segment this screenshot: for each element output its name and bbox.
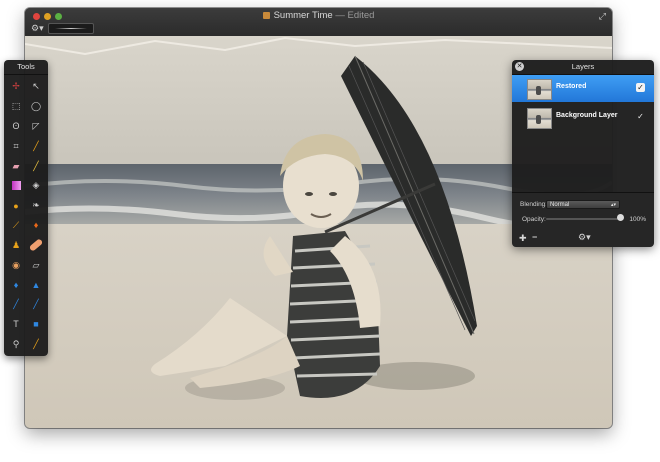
- burn-icon[interactable]: ♦: [26, 216, 46, 236]
- brush-pen-icon[interactable]: ╱: [26, 295, 46, 315]
- layer-options: Blending: Normal ▴▾ Opacity: 100% ✚ − ⚙▾: [512, 192, 654, 247]
- opacity-label: Opacity:: [522, 216, 546, 223]
- edited-status: — Edited: [335, 10, 375, 21]
- rect-select-icon[interactable]: ⬚: [6, 97, 26, 117]
- tools-panel: Tools ✢ ↖ ⬚ ◯ ʘ ◸ ⌗ ╱ ▰ ╱ ◈ ● ❧ ⟋ ♦ ♟ ◉ …: [4, 60, 48, 356]
- opacity-value: 100%: [629, 216, 646, 223]
- gear-icon[interactable]: ⚙▾: [578, 232, 591, 243]
- brush-preview[interactable]: [48, 23, 94, 34]
- layer-row-restored[interactable]: Restored ✓: [512, 75, 654, 102]
- blur-drop-icon[interactable]: ♦: [6, 275, 26, 295]
- sponge-icon[interactable]: ●: [6, 196, 26, 216]
- title-bar: Summer Time — Edited ⤢ ⚙▾: [25, 8, 612, 36]
- layer-visibility-checkbox[interactable]: ✓: [636, 112, 645, 121]
- magic-wand-pointer-icon[interactable]: ↖: [26, 77, 46, 97]
- opacity-slider-knob[interactable]: [617, 214, 624, 221]
- feather-icon[interactable]: ❧: [26, 196, 46, 216]
- color-picker-icon[interactable]: ╱: [26, 334, 46, 354]
- updown-arrows-icon: ▴▾: [610, 202, 616, 208]
- plus-icon[interactable]: ✚: [519, 233, 527, 244]
- eraser-icon[interactable]: ▰: [6, 156, 26, 176]
- document-icon: [262, 12, 270, 19]
- layer-thumbnail: [527, 108, 552, 129]
- minus-icon[interactable]: −: [532, 232, 537, 242]
- crop-icon[interactable]: ⌗: [6, 136, 26, 156]
- window-title: Summer Time — Edited: [25, 10, 612, 21]
- blending-value: Normal: [550, 202, 570, 208]
- layer-name: Restored: [556, 83, 587, 90]
- layer-visibility-checkbox[interactable]: ✓: [636, 83, 645, 92]
- type-icon[interactable]: T: [6, 315, 26, 335]
- zoom-icon[interactable]: ⚲: [6, 334, 26, 354]
- red-eye-icon[interactable]: ◉: [6, 255, 26, 275]
- shape-icon[interactable]: ■: [26, 315, 46, 335]
- move-tool-icon[interactable]: ✢: [6, 77, 26, 97]
- document-name: Summer Time: [273, 10, 333, 21]
- smudge-icon[interactable]: ▱: [26, 255, 46, 275]
- layer-name: Background Layer: [556, 112, 618, 119]
- sharpen-icon[interactable]: ▲: [26, 275, 46, 295]
- polygon-lasso-icon[interactable]: ◸: [26, 117, 46, 137]
- brush-icon[interactable]: ⟋: [6, 216, 26, 236]
- stamp-icon[interactable]: ♟: [6, 235, 26, 255]
- opacity-slider[interactable]: [546, 218, 618, 220]
- layers-panel-title: Layers: [571, 62, 595, 71]
- gear-icon[interactable]: ⚙▾: [31, 23, 44, 34]
- paint-bucket-icon[interactable]: ◈: [26, 176, 46, 196]
- pen-icon[interactable]: ╱: [6, 295, 26, 315]
- tool-grid: ✢ ↖ ⬚ ◯ ʘ ◸ ⌗ ╱ ▰ ╱ ◈ ● ❧ ⟋ ♦ ♟ ◉ ▱ ♦ ▲ …: [4, 75, 48, 354]
- ellipse-select-icon[interactable]: ◯: [26, 97, 46, 117]
- lasso-icon[interactable]: ʘ: [6, 117, 26, 137]
- eyedropper-icon[interactable]: ╱: [26, 136, 46, 156]
- fullscreen-arrows-icon[interactable]: ⤢: [599, 11, 606, 22]
- pencil-icon[interactable]: ╱: [26, 156, 46, 176]
- layer-row-background[interactable]: Background Layer ✓: [512, 104, 654, 131]
- layers-panel-header: ✕ Layers: [512, 60, 654, 75]
- tools-panel-title: Tools: [4, 60, 48, 75]
- blending-label: Blending:: [520, 201, 548, 208]
- bandage-icon[interactable]: [26, 235, 46, 255]
- gradient-icon[interactable]: [6, 176, 26, 196]
- layer-thumbnail: [527, 79, 552, 100]
- blending-select[interactable]: Normal ▴▾: [546, 200, 620, 209]
- layers-panel: ✕ Layers Restored ✓ Background Layer ✓ B…: [512, 60, 654, 247]
- close-x-icon[interactable]: ✕: [515, 62, 524, 71]
